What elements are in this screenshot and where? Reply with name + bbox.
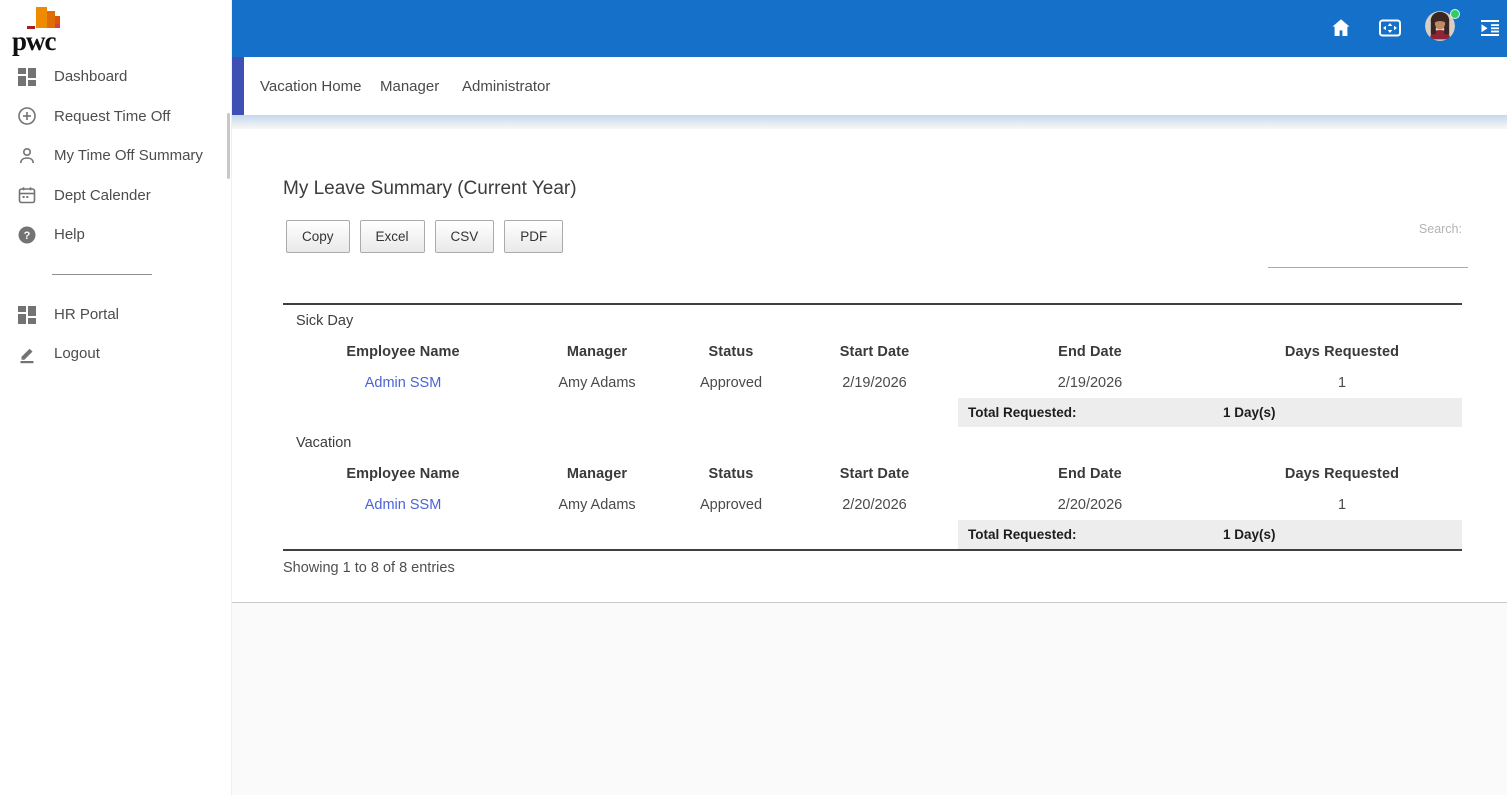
sidebar-item-label: Request Time Off — [54, 107, 171, 125]
col-start-date: Start Date — [839, 465, 910, 482]
employee-link[interactable]: Admin SSM — [365, 497, 442, 513]
indent-menu-icon[interactable] — [1476, 14, 1504, 42]
nav-gradient-divider — [232, 115, 1507, 129]
col-end-date: End Date — [1058, 343, 1122, 360]
col-manager: Manager — [566, 465, 628, 482]
sidebar-item-request-time-off[interactable]: Request Time Off — [0, 97, 232, 136]
sidebar-item-label: Dept Calender — [54, 186, 151, 204]
days-cell: 1 — [1337, 496, 1347, 513]
employee-link[interactable]: Admin SSM — [365, 375, 442, 391]
csv-button[interactable]: CSV — [434, 220, 495, 253]
col-status: Status — [708, 343, 754, 360]
fullscreen-icon[interactable] — [1376, 14, 1404, 42]
col-employee-name: Employee Name — [346, 343, 460, 360]
start-date-cell: 2/20/2026 — [842, 496, 907, 513]
total-requested-value: 1 Day(s) — [1223, 527, 1276, 542]
search-label: Search: — [1418, 222, 1462, 236]
col-days-requested: Days Requested — [1284, 465, 1400, 482]
grid-icon — [17, 305, 37, 325]
pencil-icon — [17, 344, 37, 364]
table-header-row: Employee Name Manager Status Start Date … — [283, 336, 1462, 367]
col-employee-name: Employee Name — [346, 465, 460, 482]
status-cell: Approved — [699, 374, 763, 391]
table-header-row: Employee Name Manager Status Start Date … — [283, 458, 1462, 489]
table-row: Admin SSM Amy Adams Approved 2/19/2026 2… — [283, 367, 1462, 398]
dashboard-grid-icon — [17, 67, 37, 87]
copy-button[interactable]: Copy — [286, 220, 350, 253]
status-cell: Approved — [699, 496, 763, 513]
calendar-icon — [17, 185, 37, 205]
online-status-dot — [1450, 9, 1460, 19]
end-date-cell: 2/20/2026 — [1057, 496, 1123, 513]
leave-summary-table: Sick Day Employee Name Manager Status St… — [283, 303, 1462, 551]
sidebar-separator — [52, 274, 152, 275]
leave-summary-panel: My Leave Summary (Current Year) Copy Exc… — [232, 129, 1507, 603]
tab-manager[interactable]: Manager — [380, 57, 439, 115]
col-days-requested: Days Requested — [1284, 343, 1400, 360]
home-icon[interactable] — [1327, 14, 1355, 42]
group-header-sick-day: Sick Day — [296, 312, 354, 329]
export-button-row: Copy Excel CSV PDF — [286, 220, 564, 253]
nav-accent-strip — [232, 57, 244, 115]
total-requested-label: Total Requested: — [968, 405, 1077, 420]
col-start-date: Start Date — [839, 343, 910, 360]
days-cell: 1 — [1337, 374, 1347, 391]
help-icon: ? — [17, 225, 37, 245]
col-status: Status — [708, 465, 754, 482]
group-total-row: Total Requested: 1 Day(s) — [283, 520, 1462, 549]
sidebar-item-label: Dashboard — [54, 68, 128, 85]
sidebar-item-dept-calendar[interactable]: Dept Calender — [0, 176, 232, 215]
pwc-logo: pwc — [0, 0, 232, 57]
pdf-button[interactable]: PDF — [504, 220, 564, 253]
sidebar-item-logout[interactable]: Logout — [0, 334, 232, 373]
user-avatar[interactable] — [1425, 9, 1460, 45]
excel-button[interactable]: Excel — [359, 220, 425, 253]
end-date-cell: 2/19/2026 — [1057, 374, 1123, 391]
group-total-row: Total Requested: 1 Day(s) — [283, 398, 1462, 427]
total-requested-label: Total Requested: — [968, 527, 1077, 542]
page-title: My Leave Summary (Current Year) — [283, 178, 577, 199]
group-header-vacation: Vacation — [296, 434, 352, 451]
search-input[interactable] — [1268, 246, 1468, 268]
tab-vacation-home[interactable]: Vacation Home — [260, 57, 361, 115]
start-date-cell: 2/19/2026 — [842, 374, 907, 391]
entries-status-text: Showing 1 to 8 of 8 entries — [283, 560, 455, 576]
secondary-nav: Vacation Home Manager Administrator — [232, 57, 1507, 115]
manager-cell: Amy Adams — [558, 374, 636, 391]
svg-text:?: ? — [24, 230, 31, 242]
sidebar-item-dashboard[interactable]: Dashboard — [0, 57, 232, 96]
manager-cell: Amy Adams — [558, 496, 636, 513]
sidebar-item-help[interactable]: ? Help — [0, 215, 232, 254]
sidebar-item-hr-portal[interactable]: HR Portal — [0, 295, 232, 334]
sidebar: pwc Dashboard Request Time Off My Time O… — [0, 0, 232, 795]
sidebar-item-label: Help — [54, 226, 85, 243]
col-end-date: End Date — [1058, 465, 1122, 482]
sidebar-item-label: My Time Off Summary — [54, 147, 203, 164]
sidebar-item-my-time-off-summary[interactable]: My Time Off Summary — [0, 136, 232, 175]
sidebar-item-label: Logout — [54, 345, 100, 362]
add-circle-icon — [17, 106, 37, 126]
pwc-wordmark: pwc — [12, 26, 56, 56]
sidebar-item-label: HR Portal — [54, 306, 120, 323]
table-row: Admin SSM Amy Adams Approved 2/20/2026 2… — [283, 489, 1462, 520]
total-requested-value: 1 Day(s) — [1223, 405, 1276, 420]
sidebar-scrollbar[interactable] — [227, 113, 230, 179]
col-manager: Manager — [566, 343, 628, 360]
tab-administrator[interactable]: Administrator — [462, 57, 550, 115]
person-icon — [17, 146, 37, 166]
top-app-bar — [232, 0, 1507, 57]
